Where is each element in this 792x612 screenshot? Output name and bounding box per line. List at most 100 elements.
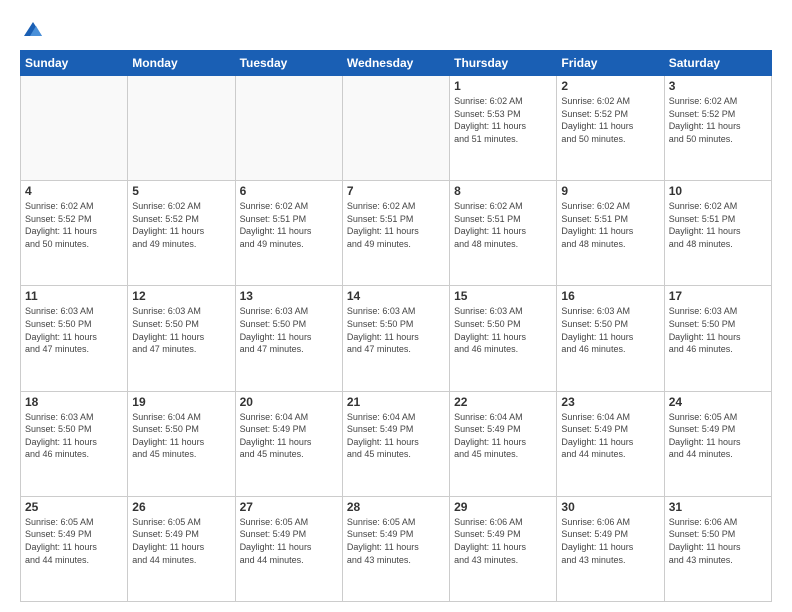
day-number: 2 bbox=[561, 79, 659, 93]
day-info: Sunrise: 6:05 AM Sunset: 5:49 PM Dayligh… bbox=[132, 516, 230, 566]
day-number: 18 bbox=[25, 395, 123, 409]
calendar-cell: 31 Sunrise: 6:06 AM Sunset: 5:50 PM Dayli… bbox=[664, 496, 771, 601]
calendar-cell: 23 Sunrise: 6:04 AM Sunset: 5:49 PM Dayli… bbox=[557, 391, 664, 496]
calendar-cell: 19 Sunrise: 6:04 AM Sunset: 5:50 PM Dayli… bbox=[128, 391, 235, 496]
logo-icon bbox=[22, 18, 44, 40]
day-number: 25 bbox=[25, 500, 123, 514]
day-number: 1 bbox=[454, 79, 552, 93]
calendar-day-header: Tuesday bbox=[235, 51, 342, 76]
day-number: 5 bbox=[132, 184, 230, 198]
day-info: Sunrise: 6:02 AM Sunset: 5:51 PM Dayligh… bbox=[240, 200, 338, 250]
calendar-cell: 29Sunrise: 6:06 AM Sunset: 5:49 PM Dayli… bbox=[450, 496, 557, 601]
calendar-cell: 3 Sunrise: 6:02 AM Sunset: 5:52 PM Daylig… bbox=[664, 76, 771, 181]
calendar-header-row: SundayMondayTuesdayWednesdayThursdayFrid… bbox=[21, 51, 772, 76]
day-number: 12 bbox=[132, 289, 230, 303]
day-info: Sunrise: 6:05 AM Sunset: 5:49 PM Dayligh… bbox=[240, 516, 338, 566]
day-info: Sunrise: 6:02 AM Sunset: 5:52 PM Dayligh… bbox=[25, 200, 123, 250]
day-info: Sunrise: 6:02 AM Sunset: 5:52 PM Dayligh… bbox=[669, 95, 767, 145]
day-info: Sunrise: 6:05 AM Sunset: 5:49 PM Dayligh… bbox=[669, 411, 767, 461]
calendar-day-header: Thursday bbox=[450, 51, 557, 76]
calendar-cell: 24Sunrise: 6:05 AM Sunset: 5:49 PM Dayli… bbox=[664, 391, 771, 496]
day-info: Sunrise: 6:02 AM Sunset: 5:52 PM Dayligh… bbox=[132, 200, 230, 250]
calendar-day-header: Monday bbox=[128, 51, 235, 76]
day-number: 3 bbox=[669, 79, 767, 93]
calendar-cell bbox=[21, 76, 128, 181]
calendar-cell: 28Sunrise: 6:05 AM Sunset: 5:49 PM Dayli… bbox=[342, 496, 449, 601]
day-info: Sunrise: 6:03 AM Sunset: 5:50 PM Dayligh… bbox=[25, 305, 123, 355]
calendar-cell: 21 Sunrise: 6:04 AM Sunset: 5:49 PM Dayli… bbox=[342, 391, 449, 496]
calendar-cell: 2 Sunrise: 6:02 AM Sunset: 5:52 PM Daylig… bbox=[557, 76, 664, 181]
day-number: 10 bbox=[669, 184, 767, 198]
day-info: Sunrise: 6:04 AM Sunset: 5:50 PM Dayligh… bbox=[132, 411, 230, 461]
calendar-table: SundayMondayTuesdayWednesdayThursdayFrid… bbox=[20, 50, 772, 602]
day-number: 27 bbox=[240, 500, 338, 514]
calendar-day-header: Friday bbox=[557, 51, 664, 76]
calendar-week-row: 18 Sunrise: 6:03 AM Sunset: 5:50 PM Dayli… bbox=[21, 391, 772, 496]
calendar-cell: 22 Sunrise: 6:04 AM Sunset: 5:49 PM Dayli… bbox=[450, 391, 557, 496]
calendar-cell: 7 Sunrise: 6:02 AM Sunset: 5:51 PM Daylig… bbox=[342, 181, 449, 286]
day-info: Sunrise: 6:02 AM Sunset: 5:53 PM Dayligh… bbox=[454, 95, 552, 145]
calendar-day-header: Saturday bbox=[664, 51, 771, 76]
day-info: Sunrise: 6:02 AM Sunset: 5:52 PM Dayligh… bbox=[561, 95, 659, 145]
calendar-cell: 16 Sunrise: 6:03 AM Sunset: 5:50 PM Dayli… bbox=[557, 286, 664, 391]
calendar-cell: 25 Sunrise: 6:05 AM Sunset: 5:49 PM Dayli… bbox=[21, 496, 128, 601]
day-number: 20 bbox=[240, 395, 338, 409]
calendar-cell: 9Sunrise: 6:02 AM Sunset: 5:51 PM Daylig… bbox=[557, 181, 664, 286]
day-info: Sunrise: 6:03 AM Sunset: 5:50 PM Dayligh… bbox=[669, 305, 767, 355]
calendar-cell: 20 Sunrise: 6:04 AM Sunset: 5:49 PM Dayli… bbox=[235, 391, 342, 496]
day-number: 29 bbox=[454, 500, 552, 514]
calendar-cell: 10 Sunrise: 6:02 AM Sunset: 5:51 PM Dayli… bbox=[664, 181, 771, 286]
day-info: Sunrise: 6:03 AM Sunset: 5:50 PM Dayligh… bbox=[561, 305, 659, 355]
day-number: 23 bbox=[561, 395, 659, 409]
day-info: Sunrise: 6:02 AM Sunset: 5:51 PM Dayligh… bbox=[454, 200, 552, 250]
day-info: Sunrise: 6:04 AM Sunset: 5:49 PM Dayligh… bbox=[347, 411, 445, 461]
calendar-cell: 14Sunrise: 6:03 AM Sunset: 5:50 PM Dayli… bbox=[342, 286, 449, 391]
calendar-cell: 30Sunrise: 6:06 AM Sunset: 5:49 PM Dayli… bbox=[557, 496, 664, 601]
page: SundayMondayTuesdayWednesdayThursdayFrid… bbox=[0, 0, 792, 612]
day-number: 7 bbox=[347, 184, 445, 198]
calendar-cell: 12 Sunrise: 6:03 AM Sunset: 5:50 PM Dayli… bbox=[128, 286, 235, 391]
calendar-cell bbox=[128, 76, 235, 181]
day-info: Sunrise: 6:05 AM Sunset: 5:49 PM Dayligh… bbox=[347, 516, 445, 566]
day-info: Sunrise: 6:04 AM Sunset: 5:49 PM Dayligh… bbox=[240, 411, 338, 461]
day-number: 31 bbox=[669, 500, 767, 514]
day-info: Sunrise: 6:06 AM Sunset: 5:50 PM Dayligh… bbox=[669, 516, 767, 566]
calendar-cell: 5 Sunrise: 6:02 AM Sunset: 5:52 PM Daylig… bbox=[128, 181, 235, 286]
day-info: Sunrise: 6:02 AM Sunset: 5:51 PM Dayligh… bbox=[669, 200, 767, 250]
day-info: Sunrise: 6:02 AM Sunset: 5:51 PM Dayligh… bbox=[347, 200, 445, 250]
day-info: Sunrise: 6:03 AM Sunset: 5:50 PM Dayligh… bbox=[132, 305, 230, 355]
day-info: Sunrise: 6:03 AM Sunset: 5:50 PM Dayligh… bbox=[454, 305, 552, 355]
logo bbox=[20, 18, 44, 40]
calendar-cell: 1 Sunrise: 6:02 AM Sunset: 5:53 PM Daylig… bbox=[450, 76, 557, 181]
day-number: 11 bbox=[25, 289, 123, 303]
calendar-cell: 4 Sunrise: 6:02 AM Sunset: 5:52 PM Daylig… bbox=[21, 181, 128, 286]
day-number: 15 bbox=[454, 289, 552, 303]
day-number: 8 bbox=[454, 184, 552, 198]
day-number: 6 bbox=[240, 184, 338, 198]
calendar-cell: 6 Sunrise: 6:02 AM Sunset: 5:51 PM Daylig… bbox=[235, 181, 342, 286]
day-info: Sunrise: 6:04 AM Sunset: 5:49 PM Dayligh… bbox=[561, 411, 659, 461]
day-info: Sunrise: 6:05 AM Sunset: 5:49 PM Dayligh… bbox=[25, 516, 123, 566]
calendar-week-row: 11 Sunrise: 6:03 AM Sunset: 5:50 PM Dayli… bbox=[21, 286, 772, 391]
calendar-cell bbox=[342, 76, 449, 181]
calendar-week-row: 25 Sunrise: 6:05 AM Sunset: 5:49 PM Dayli… bbox=[21, 496, 772, 601]
calendar-day-header: Sunday bbox=[21, 51, 128, 76]
day-info: Sunrise: 6:03 AM Sunset: 5:50 PM Dayligh… bbox=[347, 305, 445, 355]
day-info: Sunrise: 6:03 AM Sunset: 5:50 PM Dayligh… bbox=[25, 411, 123, 461]
day-number: 17 bbox=[669, 289, 767, 303]
day-info: Sunrise: 6:02 AM Sunset: 5:51 PM Dayligh… bbox=[561, 200, 659, 250]
calendar-week-row: 1 Sunrise: 6:02 AM Sunset: 5:53 PM Daylig… bbox=[21, 76, 772, 181]
day-number: 16 bbox=[561, 289, 659, 303]
day-number: 4 bbox=[25, 184, 123, 198]
day-number: 19 bbox=[132, 395, 230, 409]
calendar-cell: 27 Sunrise: 6:05 AM Sunset: 5:49 PM Dayli… bbox=[235, 496, 342, 601]
calendar-cell: 11 Sunrise: 6:03 AM Sunset: 5:50 PM Dayli… bbox=[21, 286, 128, 391]
day-number: 26 bbox=[132, 500, 230, 514]
calendar-week-row: 4 Sunrise: 6:02 AM Sunset: 5:52 PM Daylig… bbox=[21, 181, 772, 286]
day-info: Sunrise: 6:06 AM Sunset: 5:49 PM Dayligh… bbox=[561, 516, 659, 566]
day-number: 21 bbox=[347, 395, 445, 409]
day-info: Sunrise: 6:04 AM Sunset: 5:49 PM Dayligh… bbox=[454, 411, 552, 461]
calendar-cell: 17 Sunrise: 6:03 AM Sunset: 5:50 PM Dayli… bbox=[664, 286, 771, 391]
calendar-day-header: Wednesday bbox=[342, 51, 449, 76]
day-number: 22 bbox=[454, 395, 552, 409]
